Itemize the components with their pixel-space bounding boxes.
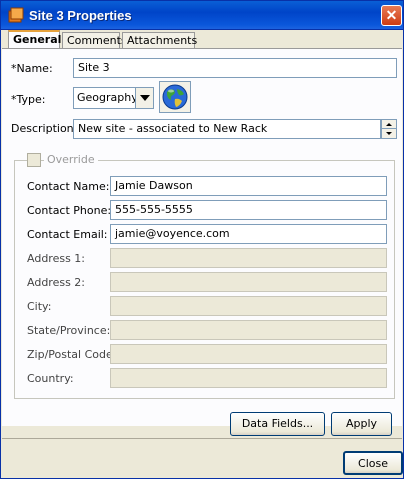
title-bar: Site 3 Properties ✕	[0, 0, 404, 30]
override-label: Override	[44, 153, 98, 166]
tab-comments[interactable]: Comments	[62, 32, 127, 49]
state-label: State/Province:	[27, 324, 111, 337]
tab-attachments-label: Attachments	[127, 34, 198, 47]
scroll-up-icon[interactable]	[382, 120, 396, 129]
contact-phone-field[interactable]: 555-555-5555	[110, 200, 387, 220]
zip-field[interactable]	[110, 344, 387, 364]
contact-phone-label: Contact Phone:	[27, 204, 112, 217]
site-icon	[7, 7, 24, 24]
properties-dialog: General Comments Attachments *Name: Site…	[0, 30, 404, 479]
description-label: Description:	[11, 122, 78, 135]
state-field[interactable]	[110, 320, 387, 340]
tab-attachments[interactable]: Attachments	[122, 32, 198, 49]
name-label: *Name:	[11, 62, 53, 75]
contact-email-label: Contact Email:	[27, 228, 108, 241]
scroll-down-icon[interactable]	[382, 129, 396, 138]
country-field[interactable]	[110, 368, 387, 388]
override-checkbox[interactable]	[27, 153, 41, 167]
tab-general[interactable]: General	[8, 30, 62, 49]
address2-field[interactable]	[110, 272, 387, 292]
bottom-divider	[2, 438, 402, 439]
close-button[interactable]: Close	[343, 451, 403, 475]
window-title: Site 3 Properties	[29, 8, 132, 23]
type-dropdown-value: Geography	[77, 91, 138, 104]
address2-label: Address 2:	[27, 276, 86, 289]
tab-comments-label: Comments	[67, 34, 127, 47]
country-label: Country:	[27, 372, 74, 385]
description-field[interactable]: New site - associated to New Rack	[73, 119, 381, 139]
type-dropdown[interactable]: Geography	[73, 87, 154, 109]
city-label: City:	[27, 300, 52, 313]
apply-button[interactable]: Apply	[331, 412, 392, 436]
globe-button[interactable]	[159, 81, 191, 113]
address1-label: Address 1:	[27, 252, 86, 265]
globe-icon	[162, 84, 188, 110]
name-field[interactable]: Site 3	[73, 58, 397, 78]
contact-email-field[interactable]: jamie@voyence.com	[110, 224, 387, 244]
close-window-button[interactable]: ✕	[381, 5, 402, 26]
city-field[interactable]	[110, 296, 387, 316]
tab-general-label: General	[13, 33, 62, 46]
contact-name-label: Contact Name:	[27, 180, 110, 193]
contact-name-field[interactable]: Jamie Dawson	[110, 176, 387, 196]
data-fields-button[interactable]: Data Fields...	[230, 412, 325, 436]
zip-label: Zip/Postal Code:	[27, 348, 117, 361]
chevron-down-icon[interactable]	[135, 88, 153, 108]
description-scroll[interactable]	[381, 119, 397, 139]
address1-field[interactable]	[110, 248, 387, 268]
type-label: *Type:	[11, 93, 46, 106]
